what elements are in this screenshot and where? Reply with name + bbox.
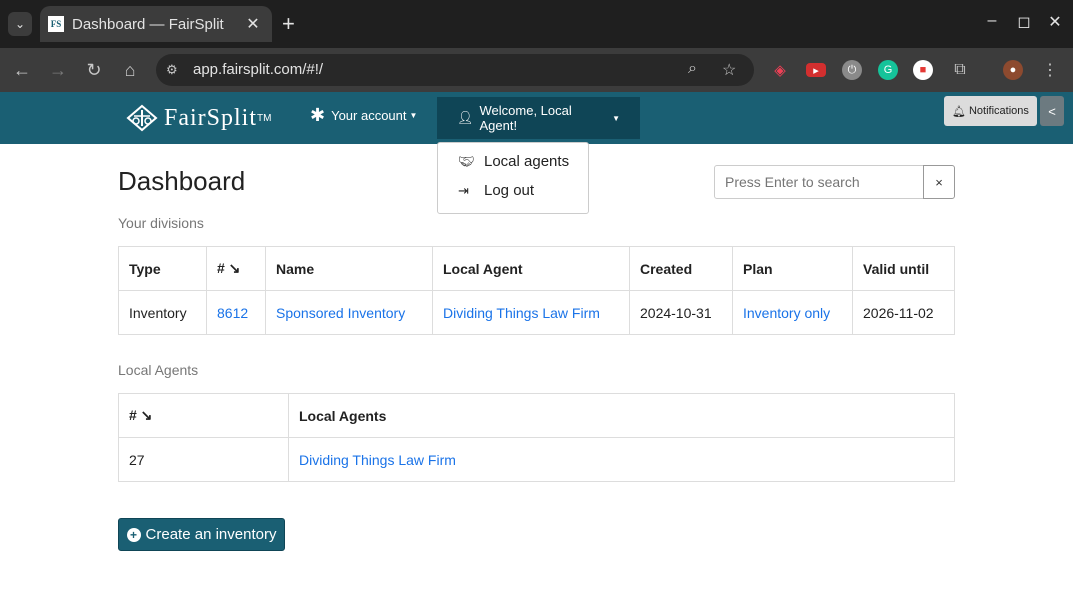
caret-down-icon: ▼: [612, 113, 620, 123]
tab-title: Dashboard — FairSplit: [72, 15, 224, 33]
favicon: FS: [48, 16, 64, 32]
minimize-icon[interactable]: –: [980, 12, 1004, 30]
browser-toolbar: ← → ↻ ⌂ ⚙ app.fairsplit.com/#!/ ⌕ ☆ ◈ ▸ …: [0, 48, 1073, 92]
menu-icon[interactable]: ⋮: [1040, 60, 1060, 80]
new-tab-icon[interactable]: +: [282, 12, 295, 36]
zoom-icon[interactable]: ⌕: [688, 60, 697, 78]
column-header-local-agent[interactable]: Local Agent: [432, 246, 630, 291]
column-header-created[interactable]: Created: [629, 246, 733, 291]
site-info-icon[interactable]: ⚙: [166, 62, 178, 78]
url-text: app.fairsplit.com/#!/: [193, 61, 324, 78]
cell-created: 2024-10-31: [629, 290, 733, 335]
youtube-ext-icon[interactable]: ▸: [806, 63, 826, 77]
back-icon[interactable]: ←: [11, 59, 33, 81]
home-icon[interactable]: ⌂: [119, 59, 141, 81]
table-header-row: # ↘ Local Agents: [118, 393, 955, 438]
welcome-dropdown-menu: 🤝︎ Local agents ⇥ Log out: [437, 142, 589, 214]
user-icon: 👤︎: [457, 110, 474, 125]
notifications-button[interactable]: 🔔︎ Notifications: [944, 96, 1037, 126]
page-title: Dashboard: [118, 166, 246, 196]
profile-avatar[interactable]: ●: [1003, 60, 1023, 80]
nav-welcome-menu[interactable]: 👤︎ Welcome, Local Agent! ▼: [437, 97, 640, 139]
column-header-number[interactable]: # ↘: [118, 393, 289, 438]
bookmark-star-icon[interactable]: ☆: [722, 60, 736, 80]
extensions-icon[interactable]: ⧉: [950, 60, 970, 80]
local-agent-link[interactable]: Dividing Things Law Firm: [443, 305, 600, 321]
browser-tab-bar: ⌄ FS Dashboard — FairSplit ✕ + – ◻ ✕: [0, 0, 1073, 48]
plus-circle-icon: +: [126, 527, 141, 542]
tab-close-icon[interactable]: ✕: [244, 14, 262, 34]
cell-agent-number: 27: [118, 437, 289, 482]
power-ext-icon[interactable]: ⏻: [842, 60, 862, 80]
caret-down-icon: ▼: [409, 110, 418, 120]
divisions-section-label: Your divisions: [118, 215, 204, 231]
create-inventory-button[interactable]: + Create an inventory: [118, 518, 285, 551]
menu-item-label: Local agents: [484, 153, 570, 170]
sidebar-toggle-button[interactable]: <: [1040, 96, 1064, 126]
column-header-name[interactable]: Name: [265, 246, 433, 291]
nav-account-label: Your account: [331, 107, 407, 123]
local-agent-link[interactable]: Dividing Things Law Firm: [299, 452, 456, 468]
local-agents-section-label: Local Agents: [118, 362, 199, 378]
forward-icon[interactable]: →: [47, 59, 69, 81]
search-input[interactable]: [714, 165, 924, 199]
brand-name: FairSplit: [164, 104, 258, 131]
asterisk-icon: ✱: [310, 104, 326, 125]
bell-icon: 🔔︎: [952, 105, 966, 118]
column-header-number[interactable]: # ↘: [206, 246, 266, 291]
nav-your-account[interactable]: ✱ Your account ▼: [290, 92, 437, 138]
search-clear-button[interactable]: ×: [923, 165, 955, 199]
tab-search-chevron-icon[interactable]: ⌄: [8, 12, 32, 36]
address-bar[interactable]: ⚙ app.fairsplit.com/#!/ ⌕ ☆: [156, 54, 754, 86]
brand-logo[interactable]: FairSplit TM: [126, 104, 271, 132]
reload-icon[interactable]: ↻: [83, 59, 105, 81]
create-inventory-label: Create an inventory: [145, 526, 277, 543]
menu-item-local-agents[interactable]: 🤝︎ Local agents: [458, 153, 569, 170]
local-agents-table: # ↘ Local Agents 27 Dividing Things Law …: [118, 393, 955, 482]
divisions-table: Type # ↘ Name Local Agent Created Plan V…: [118, 246, 955, 335]
notifications-label: Notifications: [968, 105, 1029, 117]
maximize-icon[interactable]: ◻: [1012, 12, 1036, 32]
table-row: 27 Dividing Things Law Firm: [118, 437, 955, 482]
column-header-plan[interactable]: Plan: [732, 246, 853, 291]
cell-valid-until: 2026-11-02: [852, 290, 955, 335]
scales-icon: [126, 104, 158, 132]
division-number-link[interactable]: 8612: [217, 305, 248, 321]
column-header-local-agents[interactable]: Local Agents: [288, 393, 955, 438]
handshake-icon: 🤝︎: [458, 153, 475, 169]
grammarly-icon[interactable]: G: [878, 60, 898, 80]
brand-trademark: TM: [257, 112, 272, 124]
plan-link[interactable]: Inventory only: [743, 305, 830, 321]
app-navbar: FairSplit TM ✱ Your account ▼ 👤︎ Welcome,…: [0, 92, 1073, 144]
nav-welcome-label: Welcome, Local Agent!: [479, 103, 572, 133]
browser-tab[interactable]: FS Dashboard — FairSplit ✕: [40, 6, 272, 42]
pocket-icon[interactable]: ◈: [770, 60, 790, 80]
window-close-icon[interactable]: ✕: [1043, 12, 1067, 32]
menu-item-label: Log out: [484, 182, 535, 199]
column-header-valid-until[interactable]: Valid until: [852, 246, 955, 291]
column-header-type[interactable]: Type: [118, 246, 207, 291]
color-ext-icon[interactable]: ■: [913, 60, 933, 80]
sign-out-icon: ⇥: [458, 182, 469, 198]
cell-type: Inventory: [118, 290, 207, 335]
division-name-link[interactable]: Sponsored Inventory: [276, 305, 405, 321]
table-header-row: Type # ↘ Name Local Agent Created Plan V…: [118, 246, 955, 291]
table-row: Inventory 8612 Sponsored Inventory Divid…: [118, 290, 955, 335]
menu-item-log-out[interactable]: ⇥ Log out: [458, 182, 534, 199]
